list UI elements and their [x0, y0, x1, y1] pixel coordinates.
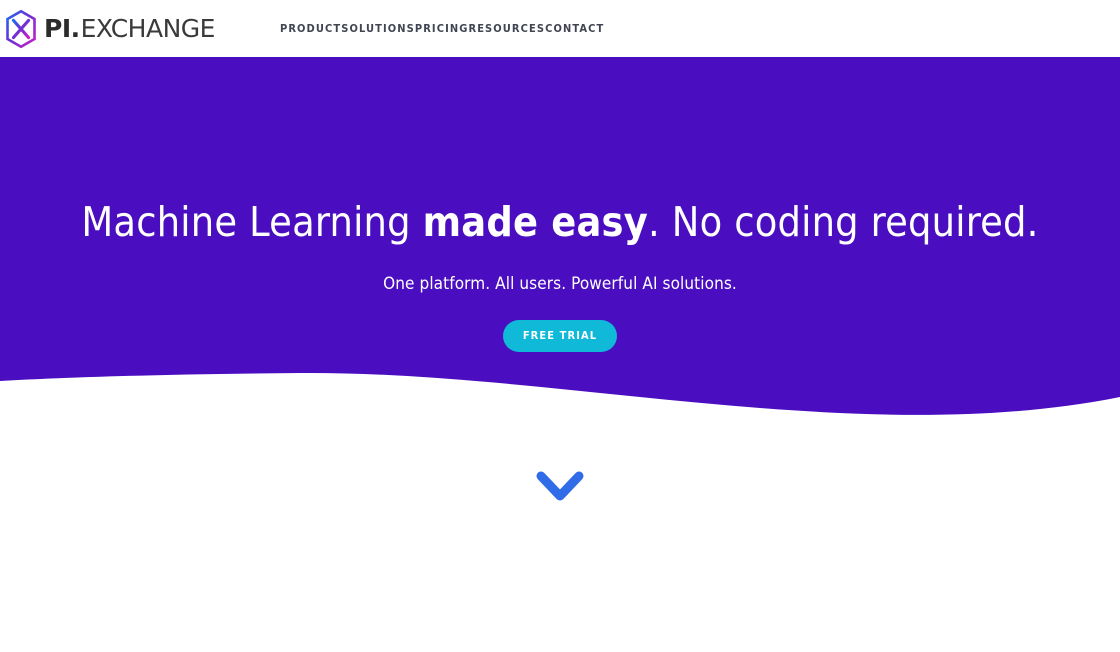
- brand-wordmark-pi: PI.: [44, 14, 80, 43]
- hexagon-x-logo-icon: [4, 9, 38, 49]
- primary-navigation: PRODUCT SOLUTIONS PRICING RESOURCES CONT…: [280, 22, 604, 35]
- nav-item-solutions[interactable]: SOLUTIONS: [341, 22, 415, 35]
- brand-logo[interactable]: PI. EXCHANGE: [4, 5, 215, 53]
- landing-page: PI. EXCHANGE PRODUCT SOLUTIONS PRICING R…: [0, 0, 1120, 652]
- hero-headline-emphasis: made easy: [422, 198, 648, 246]
- chevron-down-icon[interactable]: [536, 471, 584, 508]
- brand-wordmark-exchange: EXCHANGE: [80, 14, 216, 43]
- hero-headline: Machine Learning made easy. No coding re…: [0, 198, 1120, 246]
- hero-cta-container: FREE TRIAL: [0, 320, 1120, 353]
- scroll-down-cue: [0, 470, 1120, 509]
- site-header: PI. EXCHANGE PRODUCT SOLUTIONS PRICING R…: [0, 0, 1120, 57]
- hero-content: Machine Learning made easy. No coding re…: [0, 57, 1120, 353]
- nav-item-contact[interactable]: CONTACT: [545, 22, 604, 35]
- brand-wordmark: PI. EXCHANGE: [44, 16, 215, 41]
- nav-item-resources[interactable]: RESOURCES: [468, 22, 545, 35]
- free-trial-button[interactable]: FREE TRIAL: [502, 320, 618, 353]
- nav-item-pricing[interactable]: PRICING: [415, 22, 469, 35]
- hero-headline-part-1: Machine Learning: [81, 198, 423, 246]
- hero-subheadline: One platform. All users. Powerful AI sol…: [383, 274, 737, 295]
- hero-section: Machine Learning made easy. No coding re…: [0, 57, 1120, 517]
- hero-headline-part-2: . No coding required.: [647, 198, 1039, 246]
- nav-item-product[interactable]: PRODUCT: [280, 22, 341, 35]
